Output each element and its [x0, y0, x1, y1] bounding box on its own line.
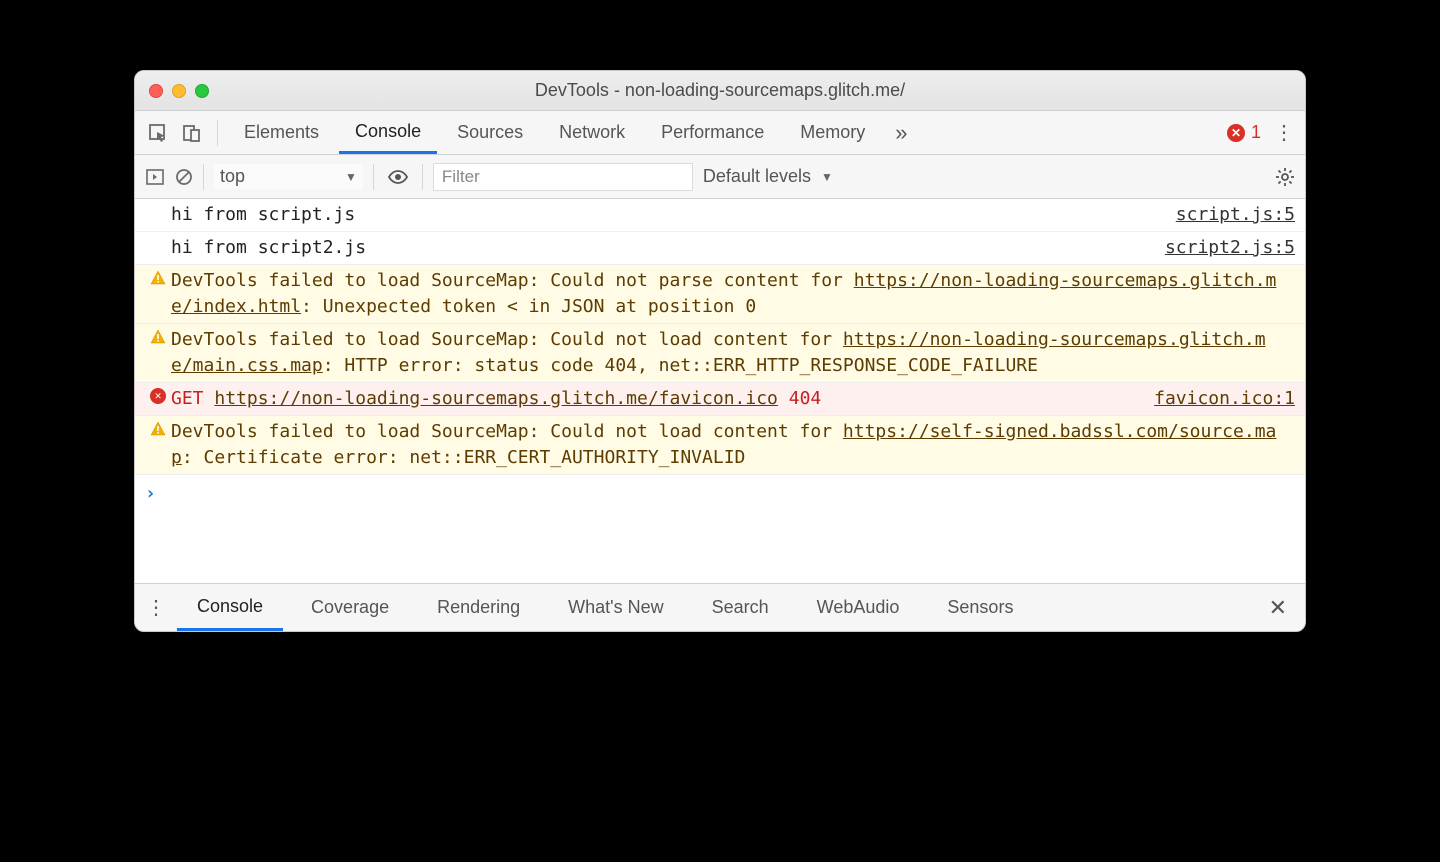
warning-icon: [150, 270, 166, 286]
prompt-chevron-icon: ›: [145, 481, 156, 507]
tab-performance[interactable]: Performance: [645, 112, 780, 154]
device-toggle-icon[interactable]: [177, 118, 207, 148]
drawer-tab-rendering[interactable]: Rendering: [417, 585, 540, 631]
settings-menu-icon[interactable]: ⋮: [1271, 120, 1297, 145]
status-code: 404: [789, 388, 822, 409]
warning-message: DevTools failed to load SourceMap: Could…: [171, 419, 1295, 471]
levels-label: Default levels: [703, 166, 811, 187]
separator: [422, 164, 423, 190]
console-prompt[interactable]: ›: [135, 475, 1305, 513]
drawer-tabs: ⋮ Console Coverage Rendering What's New …: [135, 583, 1305, 631]
live-expression-icon[interactable]: [384, 169, 412, 185]
console-row-warning[interactable]: DevTools failed to load SourceMap: Could…: [135, 416, 1305, 475]
warning-message: DevTools failed to load SourceMap: Could…: [171, 327, 1295, 379]
source-link[interactable]: favicon.ico:1: [1154, 386, 1295, 412]
drawer-tab-console[interactable]: Console: [177, 585, 283, 631]
warning-icon: [150, 329, 166, 345]
drawer-tab-coverage[interactable]: Coverage: [291, 585, 409, 631]
tab-memory[interactable]: Memory: [784, 112, 881, 154]
tab-sources[interactable]: Sources: [441, 112, 539, 154]
tab-console[interactable]: Console: [339, 112, 437, 154]
source-link[interactable]: script.js:5: [1176, 202, 1295, 228]
error-count: 1: [1251, 122, 1261, 143]
levels-selector[interactable]: Default levels ▼: [703, 166, 833, 187]
drawer-tab-whatsnew[interactable]: What's New: [548, 585, 683, 631]
more-tabs-icon[interactable]: »: [885, 120, 917, 146]
drawer-tab-webaudio[interactable]: WebAudio: [797, 585, 920, 631]
error-icon: ✕: [1227, 124, 1245, 142]
devtools-window: DevTools - non-loading-sourcemaps.glitch…: [134, 70, 1306, 632]
context-selector[interactable]: top ▼: [214, 164, 363, 189]
close-drawer-icon[interactable]: ✕: [1259, 595, 1297, 621]
tab-elements[interactable]: Elements: [228, 112, 335, 154]
log-message: hi from script2.js: [171, 235, 1165, 261]
titlebar: DevTools - non-loading-sourcemaps.glitch…: [135, 71, 1305, 111]
main-tabs: Elements Console Sources Network Perform…: [135, 111, 1305, 155]
console-row-warning[interactable]: DevTools failed to load SourceMap: Could…: [135, 324, 1305, 383]
console-row-log[interactable]: hi from script2.js script2.js:5: [135, 232, 1305, 265]
toggle-sidebar-icon[interactable]: [145, 167, 165, 187]
warning-icon: [150, 421, 166, 437]
inspect-icon[interactable]: [143, 118, 173, 148]
window-controls: [149, 84, 209, 98]
console-row-error[interactable]: ✕ GET https://non-loading-sourcemaps.gli…: [135, 383, 1305, 416]
source-link[interactable]: script2.js:5: [1165, 235, 1295, 261]
drawer-menu-icon[interactable]: ⋮: [143, 595, 169, 620]
log-message: hi from script.js: [171, 202, 1176, 228]
tab-network[interactable]: Network: [543, 112, 641, 154]
console-toolbar: top ▼ Default levels ▼: [135, 155, 1305, 199]
console-settings-icon[interactable]: [1275, 167, 1295, 187]
console-row-log[interactable]: hi from script.js script.js:5: [135, 199, 1305, 232]
drawer-tab-sensors[interactable]: Sensors: [927, 585, 1033, 631]
console-messages: hi from script.js script.js:5 hi from sc…: [135, 199, 1305, 583]
chevron-down-icon: ▼: [821, 170, 833, 184]
error-badge[interactable]: ✕ 1: [1227, 122, 1267, 143]
chevron-down-icon: ▼: [345, 170, 357, 184]
clear-console-icon[interactable]: [175, 168, 193, 186]
warning-message: DevTools failed to load SourceMap: Could…: [171, 268, 1295, 320]
error-icon: ✕: [150, 388, 166, 404]
separator: [203, 164, 204, 190]
drawer-tab-search[interactable]: Search: [692, 585, 789, 631]
window-maximize-button[interactable]: [195, 84, 209, 98]
separator: [217, 120, 218, 146]
context-value: top: [220, 166, 245, 187]
separator: [373, 164, 374, 190]
window-close-button[interactable]: [149, 84, 163, 98]
console-row-warning[interactable]: DevTools failed to load SourceMap: Could…: [135, 265, 1305, 324]
error-message: GET https://non-loading-sourcemaps.glitc…: [171, 386, 1154, 412]
filter-input[interactable]: [433, 163, 693, 191]
url-link[interactable]: https://non-loading-sourcemaps.glitch.me…: [214, 388, 778, 409]
window-title: DevTools - non-loading-sourcemaps.glitch…: [135, 80, 1305, 101]
window-minimize-button[interactable]: [172, 84, 186, 98]
